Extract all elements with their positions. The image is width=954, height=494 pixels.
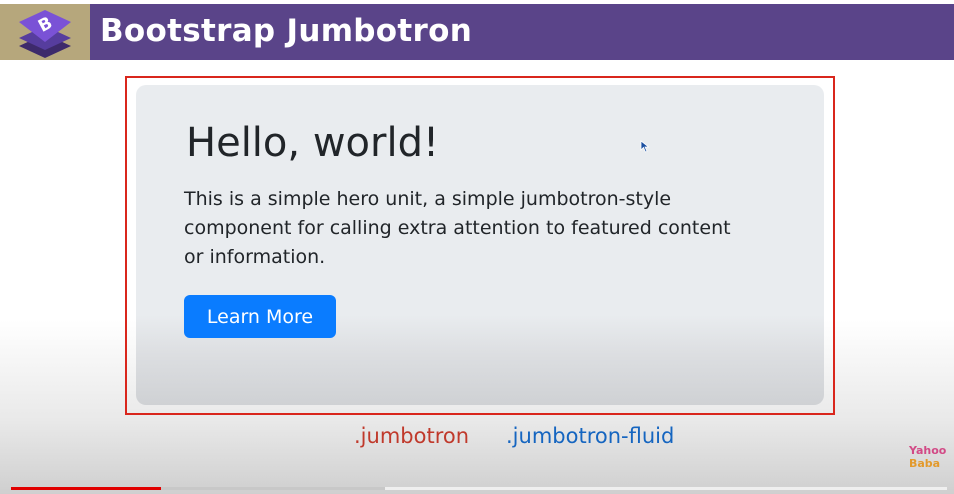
jumbotron-lead: This is a simple hero unit, a simple jum… (184, 188, 731, 268)
video-played-bar (11, 487, 161, 490)
learn-more-button[interactable]: Learn More (184, 295, 336, 338)
jumbotron: Hello, world! This is a simple hero unit… (136, 85, 824, 405)
slide-header: B Bootstrap Jumbotron (0, 4, 954, 60)
class-label-jumbotron-fluid: .jumbotron-fluid (506, 424, 675, 448)
channel-watermark: Yahoo Baba (909, 444, 946, 470)
logo-area: B (0, 4, 90, 60)
watermark-line2: Baba (909, 457, 941, 470)
mouse-cursor-icon (640, 140, 650, 153)
slide-title: Bootstrap Jumbotron (100, 13, 473, 49)
class-label-jumbotron: .jumbotron (354, 424, 470, 448)
watermark-line1: Yahoo (909, 444, 947, 457)
jumbotron-title: Hello, world! (186, 120, 439, 166)
bootstrap-logo-icon: B (19, 10, 71, 58)
video-progress-bar[interactable] (11, 487, 947, 490)
